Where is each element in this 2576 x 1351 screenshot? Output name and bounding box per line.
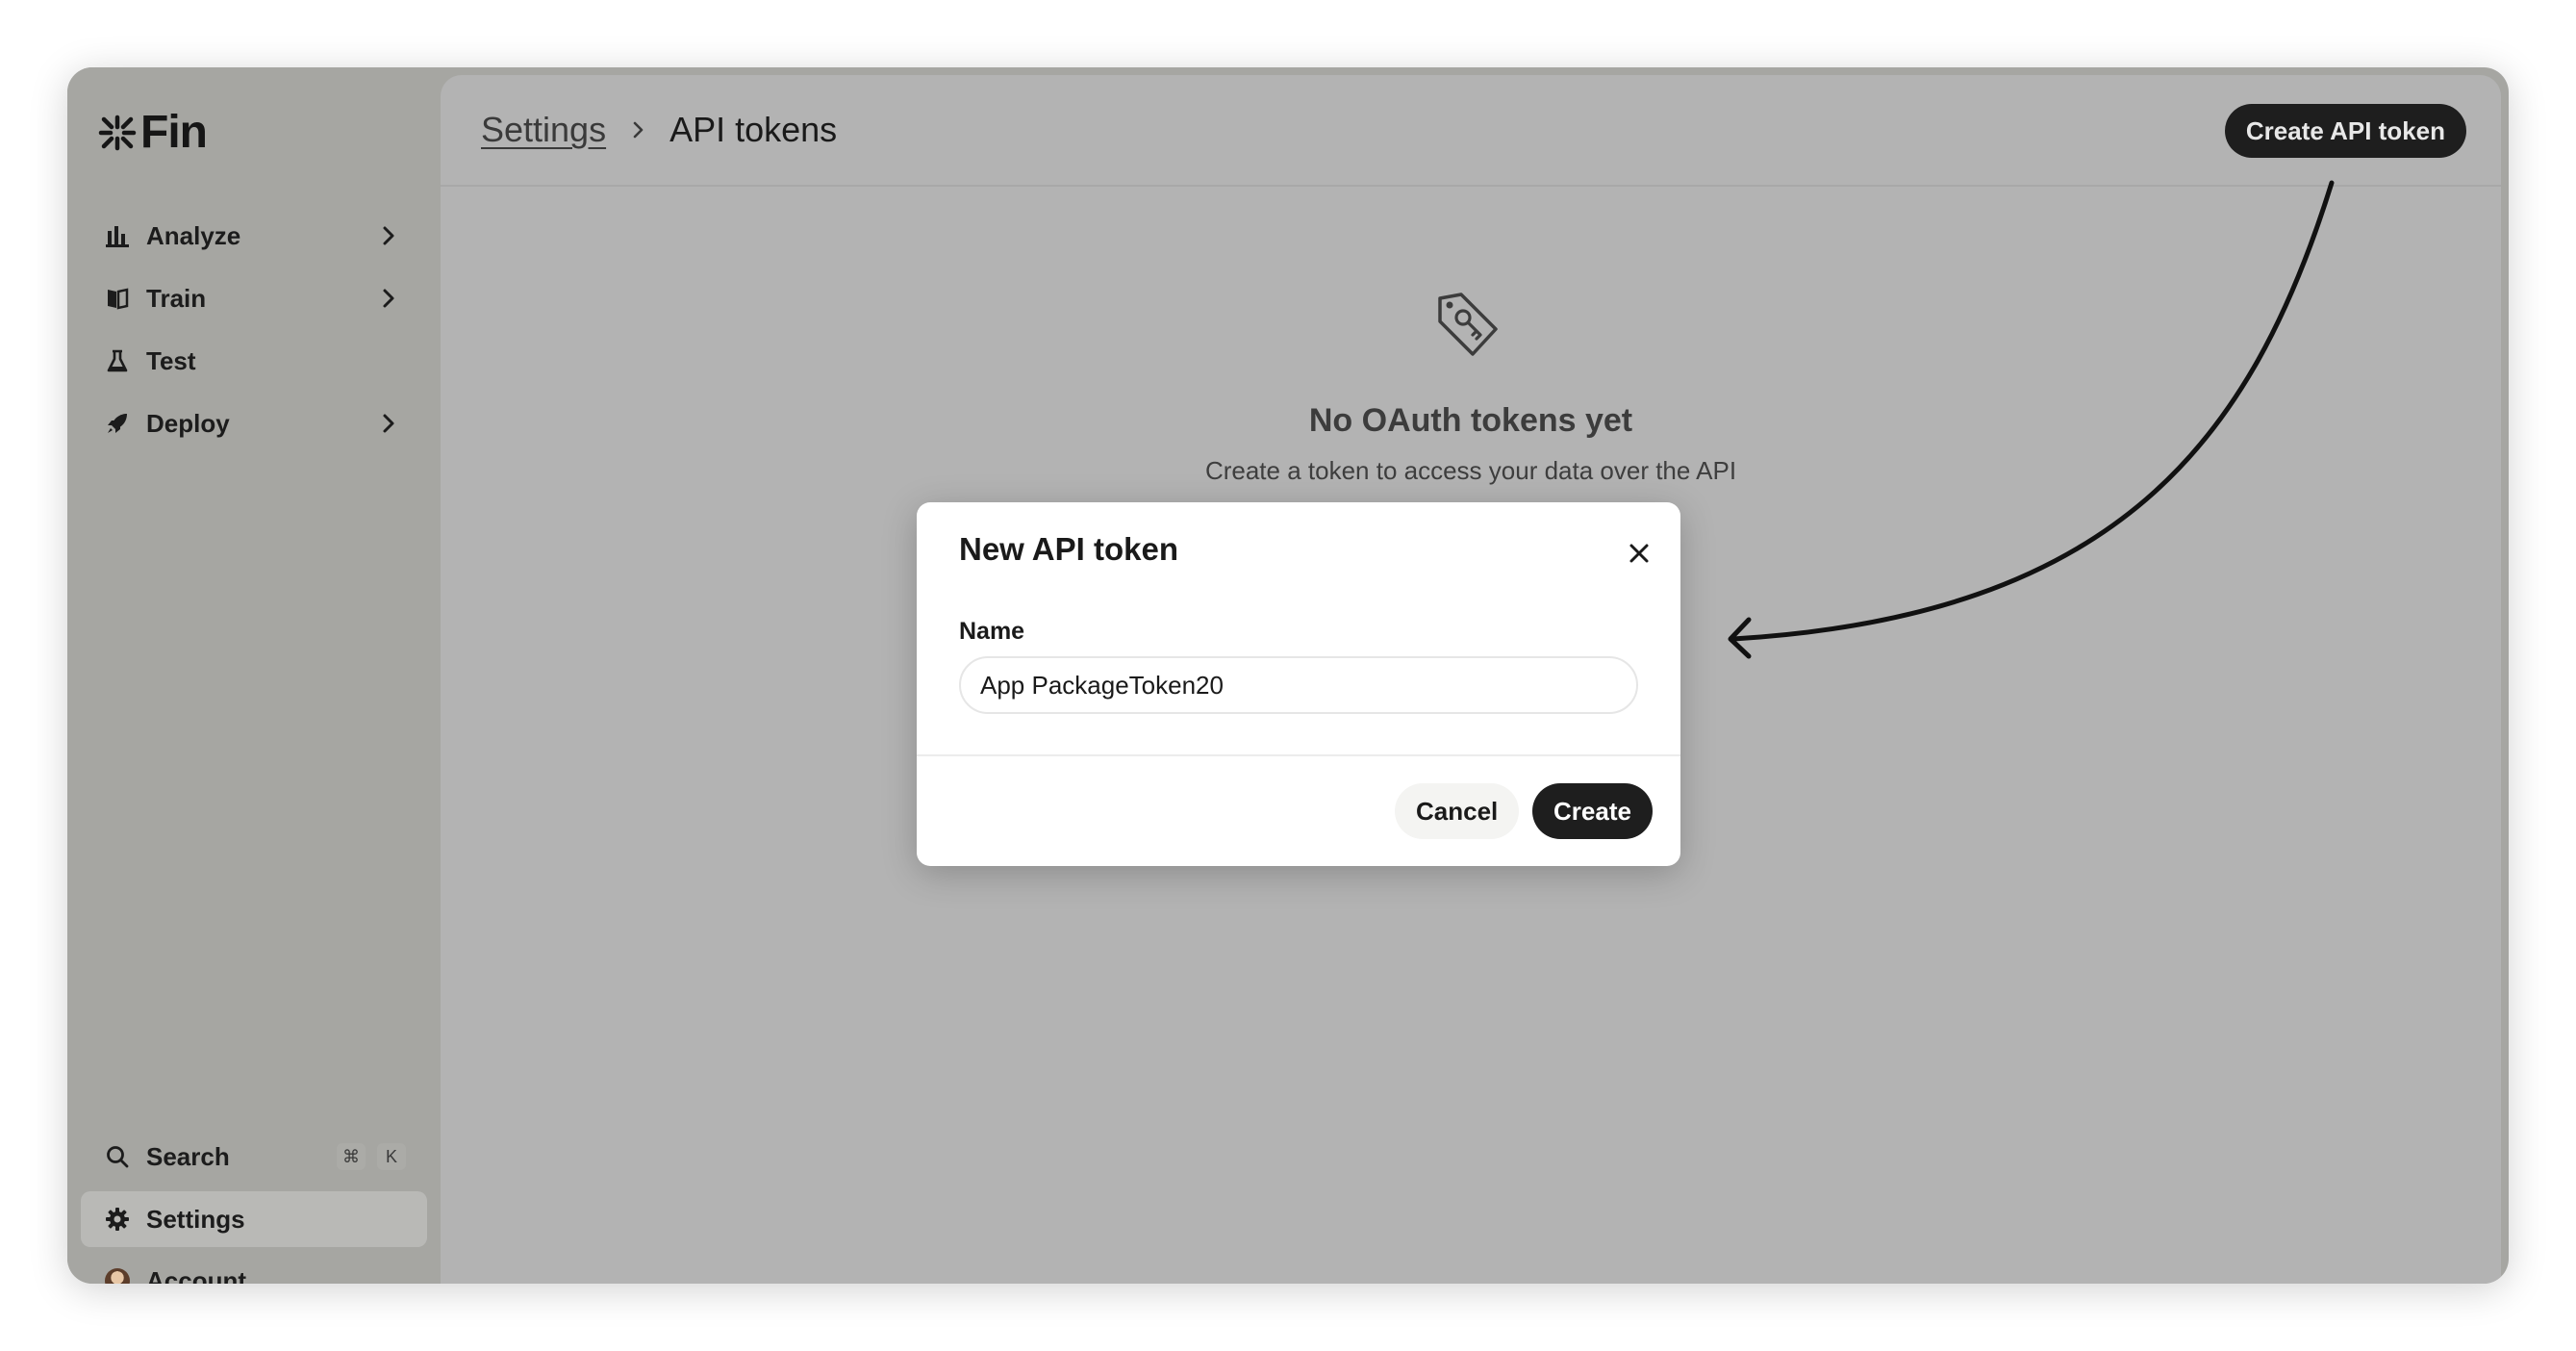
chevron-right-icon (383, 226, 394, 245)
cancel-button[interactable]: Cancel (1395, 783, 1520, 839)
sidebar-item-label: Deploy (146, 408, 230, 438)
sidebar-item-label: Settings (146, 1204, 245, 1234)
flask-icon (104, 347, 131, 374)
rocket-icon (104, 410, 131, 437)
sidebar-item-train[interactable]: Train (81, 270, 427, 326)
logo-text: Fin (140, 107, 208, 158)
sidebar-item-analyze[interactable]: Analyze (81, 208, 427, 264)
create-button[interactable]: Create (1532, 783, 1653, 839)
tag-key-icon (1438, 293, 1498, 356)
breadcrumb: Settings API tokens (481, 110, 837, 150)
bar-chart-icon (104, 222, 131, 249)
name-field-label: Name (959, 618, 1025, 645)
sidebar-item-settings[interactable]: Settings (81, 1191, 427, 1247)
token-name-input[interactable] (959, 656, 1638, 714)
sidebar-item-label: Search (146, 1141, 230, 1171)
logo[interactable]: Fin (98, 106, 208, 159)
breadcrumb-settings-link[interactable]: Settings (481, 110, 606, 150)
sidebar-item-label: Train (146, 283, 207, 313)
empty-state-subtitle: Create a token to access your data over … (1204, 456, 1737, 485)
sidebar-item-label: Analyze (146, 220, 241, 250)
sidebar-item-account[interactable]: Account (81, 1253, 427, 1284)
page-header: Settings API tokens Create API token (441, 75, 2501, 187)
shortcut-cmd-key: ⌘ (337, 1143, 366, 1170)
sidebar: Fin Analyze Train Test Deploy Search ⌘ K… (67, 67, 441, 1284)
new-api-token-dialog: New API token Name Cancel Create (917, 502, 1680, 866)
chevron-right-icon (383, 414, 394, 433)
sidebar-item-test[interactable]: Test (81, 333, 427, 389)
sidebar-item-search[interactable]: Search ⌘ K (81, 1129, 427, 1185)
empty-state-title: No OAuth tokens yet (1308, 402, 1633, 439)
shortcut-k-key: K (377, 1143, 406, 1170)
gear-icon (104, 1206, 131, 1233)
sidebar-item-label: Account (146, 1265, 246, 1285)
book-icon (104, 285, 131, 312)
fin-logo-icon (98, 115, 137, 150)
close-icon[interactable] (1625, 539, 1654, 568)
sidebar-item-deploy[interactable]: Deploy (81, 395, 427, 451)
dialog-title: New API token (959, 531, 1178, 567)
chevron-right-icon (383, 289, 394, 308)
sidebar-item-label: Test (146, 345, 196, 375)
search-icon (104, 1143, 131, 1170)
dialog-divider (917, 754, 1680, 756)
page-title: API tokens (669, 110, 838, 149)
create-api-token-button[interactable]: Create API token (2224, 104, 2466, 158)
chevron-right-icon (633, 121, 644, 139)
avatar (104, 1267, 131, 1284)
